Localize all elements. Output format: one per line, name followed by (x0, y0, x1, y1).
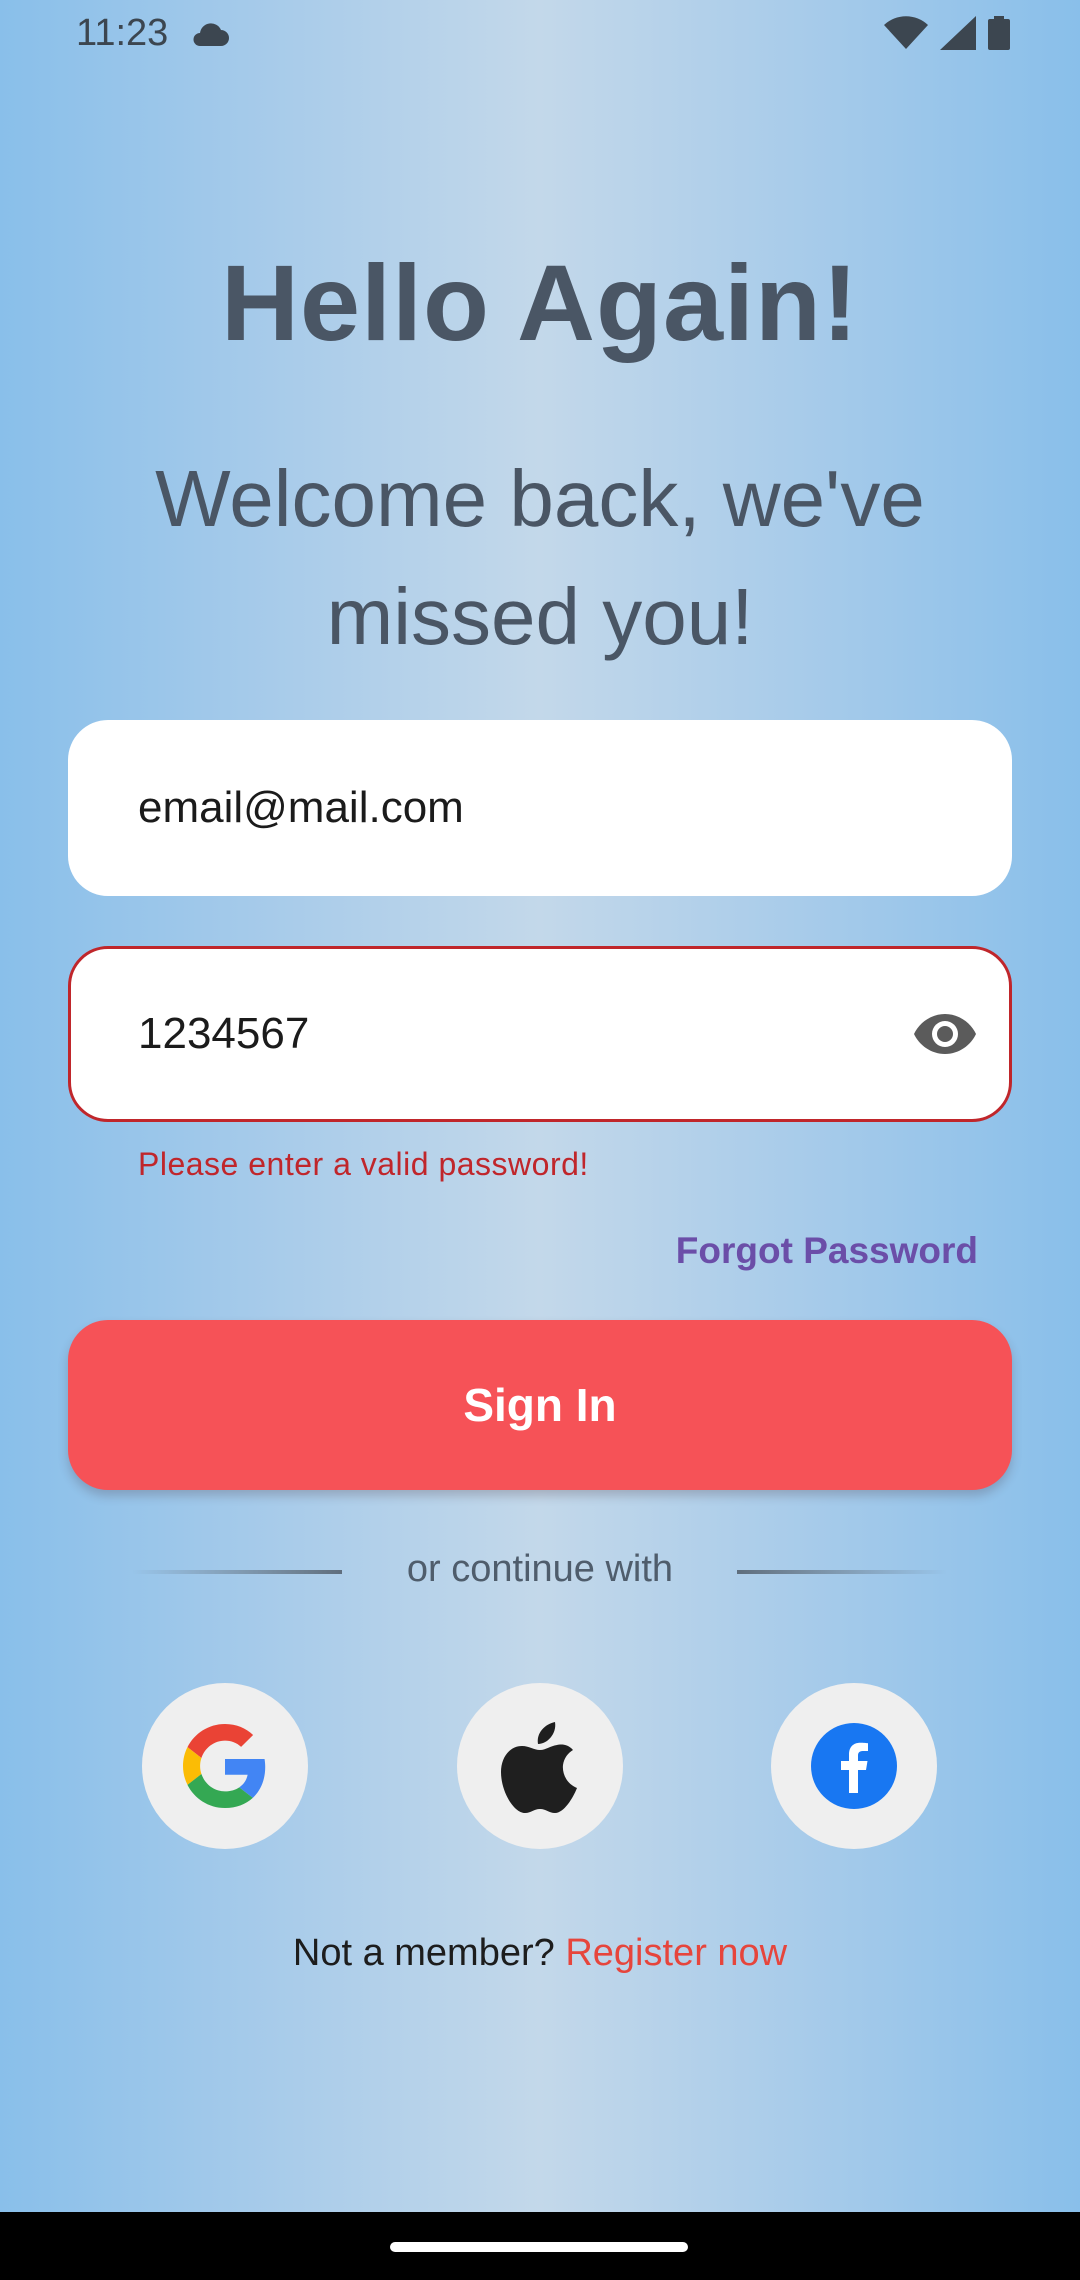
register-prompt: Not a member? Register now (0, 1932, 1080, 1975)
signin-label: Sign In (463, 1379, 617, 1431)
status-icons (884, 16, 1010, 50)
wifi-icon (884, 16, 928, 49)
status-bar: 11:23 (0, 0, 1080, 72)
google-icon (183, 1724, 266, 1808)
password-field[interactable]: 1234567 (68, 946, 1012, 1122)
google-signin-button[interactable] (142, 1683, 308, 1849)
signin-button[interactable]: Sign In (68, 1320, 1012, 1490)
status-time: 11:23 (76, 12, 169, 54)
cloud-icon (193, 23, 229, 46)
facebook-signin-button[interactable] (771, 1683, 937, 1849)
password-value: 1234567 (138, 1009, 310, 1058)
register-link[interactable]: Register now (565, 1932, 787, 1974)
eye-icon[interactable] (913, 1012, 977, 1056)
signal-icon (940, 16, 976, 50)
page-title: Hello Again! (220, 242, 859, 363)
apple-icon (501, 1722, 577, 1813)
apple-signin-button[interactable] (457, 1683, 623, 1849)
page-subtitle: Welcome back, we've missed you! (155, 454, 925, 661)
email-field[interactable]: email@mail.com (68, 720, 1012, 896)
email-value: email@mail.com (138, 783, 464, 832)
home-handle[interactable] (390, 2242, 688, 2252)
navigation-bar (0, 2212, 1080, 2280)
password-error: Please enter a valid password! (138, 1146, 589, 1182)
register-prompt-text: Not a member? (292, 1932, 555, 1974)
battery-icon (988, 16, 1010, 50)
facebook-icon (811, 1723, 897, 1809)
divider-line-right (737, 1570, 947, 1574)
forgot-password-link[interactable]: Forgot Password (676, 1230, 978, 1272)
